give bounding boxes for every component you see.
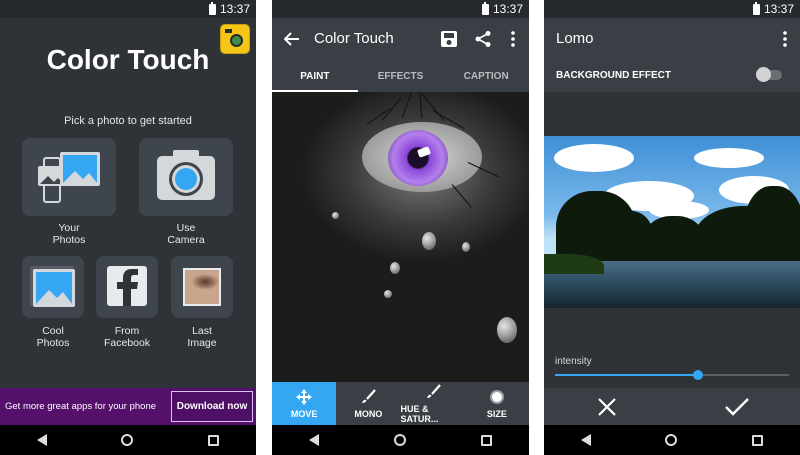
intensity-slider-fill bbox=[555, 374, 698, 376]
tab-effects[interactable]: EFFECTS bbox=[358, 60, 444, 92]
effect-toolbar: Lomo bbox=[544, 18, 800, 60]
clock: 13:37 bbox=[763, 2, 794, 16]
home-screen: 13:37 Color Touch Pick a photo to get st… bbox=[0, 0, 256, 455]
save-icon[interactable] bbox=[440, 30, 458, 48]
effect-actions-bar bbox=[544, 388, 800, 425]
last-image-thumbnail bbox=[183, 268, 221, 306]
photo-canvas[interactable] bbox=[272, 92, 529, 382]
nav-bar bbox=[0, 425, 256, 455]
picture-icon bbox=[30, 266, 75, 307]
move-icon bbox=[296, 388, 313, 405]
switch-knob bbox=[756, 67, 771, 82]
pick-photo-hint: Pick a photo to get started bbox=[64, 115, 192, 127]
last-image-button[interactable] bbox=[171, 256, 233, 318]
status-bar: 13:37 bbox=[544, 0, 800, 18]
background-effect-row: BACKGROUND EFFECT bbox=[544, 60, 800, 92]
share-icon[interactable] bbox=[474, 30, 492, 48]
download-now-button[interactable]: Download now bbox=[171, 391, 253, 422]
editor-toolbar: Color Touch bbox=[272, 18, 529, 60]
confirm-check-icon[interactable] bbox=[724, 396, 750, 418]
promo-text: Get more great apps for your phone bbox=[5, 401, 157, 412]
brush-icon bbox=[426, 383, 441, 398]
tab-caption[interactable]: CAPTION bbox=[443, 60, 529, 92]
status-bar: 13:37 bbox=[0, 0, 256, 18]
brush-icon bbox=[362, 388, 377, 403]
facebook-icon bbox=[107, 266, 147, 306]
nav-bar bbox=[544, 425, 800, 455]
camera-icon bbox=[157, 150, 215, 200]
back-icon[interactable] bbox=[37, 434, 48, 446]
home-icon[interactable] bbox=[393, 434, 406, 446]
paint-tools-bar: MOVE MONO HUE & SATUR... SIZE bbox=[272, 382, 529, 425]
effect-title: Lomo bbox=[556, 30, 594, 47]
photos-icon bbox=[38, 152, 100, 203]
editor-screen: 13:37 Color Touch PAINT EFFECTS CAPTION bbox=[272, 0, 529, 455]
tool-mono[interactable]: MONO bbox=[336, 382, 400, 425]
editor-tabs: PAINT EFFECTS CAPTION bbox=[272, 60, 529, 92]
clock: 13:37 bbox=[492, 2, 523, 16]
tool-hue-saturation[interactable]: HUE & SATUR... bbox=[401, 382, 465, 425]
back-icon[interactable] bbox=[581, 434, 592, 446]
arrow-back-icon[interactable] bbox=[284, 31, 300, 47]
background-effect-label: BACKGROUND EFFECT bbox=[556, 70, 671, 81]
tool-move[interactable]: MOVE bbox=[272, 382, 337, 425]
more-vert-icon[interactable] bbox=[510, 30, 516, 48]
battery-icon bbox=[481, 1, 489, 15]
cancel-icon[interactable] bbox=[596, 396, 618, 418]
recents-icon[interactable] bbox=[751, 434, 763, 446]
recents-icon[interactable] bbox=[480, 434, 492, 446]
tab-paint[interactable]: PAINT bbox=[272, 60, 358, 92]
purple-iris bbox=[388, 130, 448, 186]
clock: 13:37 bbox=[219, 2, 250, 16]
intensity-slider[interactable] bbox=[555, 370, 789, 380]
intensity-slider-thumb[interactable] bbox=[692, 370, 703, 380]
back-icon[interactable] bbox=[309, 434, 320, 446]
nav-bar bbox=[272, 425, 529, 455]
effect-screen: 13:37 Lomo BACKGROUND EFFECT intensity bbox=[544, 0, 800, 455]
app-title: Color Touch bbox=[46, 44, 210, 75]
battery-icon bbox=[752, 1, 760, 15]
size-icon bbox=[489, 389, 504, 404]
use-camera-label: Use Camera bbox=[167, 222, 205, 246]
use-camera-button[interactable] bbox=[139, 138, 233, 216]
your-photos-button[interactable] bbox=[22, 138, 116, 216]
cool-photos-button[interactable] bbox=[22, 256, 84, 318]
editor-title: Color Touch bbox=[314, 30, 394, 47]
battery-icon bbox=[208, 1, 216, 15]
home-icon[interactable] bbox=[665, 434, 678, 446]
tool-size[interactable]: SIZE bbox=[465, 382, 529, 425]
last-image-label: Last Image bbox=[187, 325, 217, 349]
recents-icon[interactable] bbox=[207, 434, 219, 446]
promo-banner: Get more great apps for your phone Downl… bbox=[0, 388, 256, 425]
your-photos-label: Your Photos bbox=[52, 222, 86, 246]
from-facebook-button[interactable] bbox=[96, 256, 158, 318]
intensity-label: intensity bbox=[555, 356, 592, 367]
status-bar: 13:37 bbox=[272, 0, 529, 18]
more-vert-icon[interactable] bbox=[782, 30, 788, 48]
background-effect-switch[interactable] bbox=[756, 67, 782, 82]
home-icon[interactable] bbox=[121, 434, 134, 446]
lomo-preview-image bbox=[544, 136, 800, 308]
